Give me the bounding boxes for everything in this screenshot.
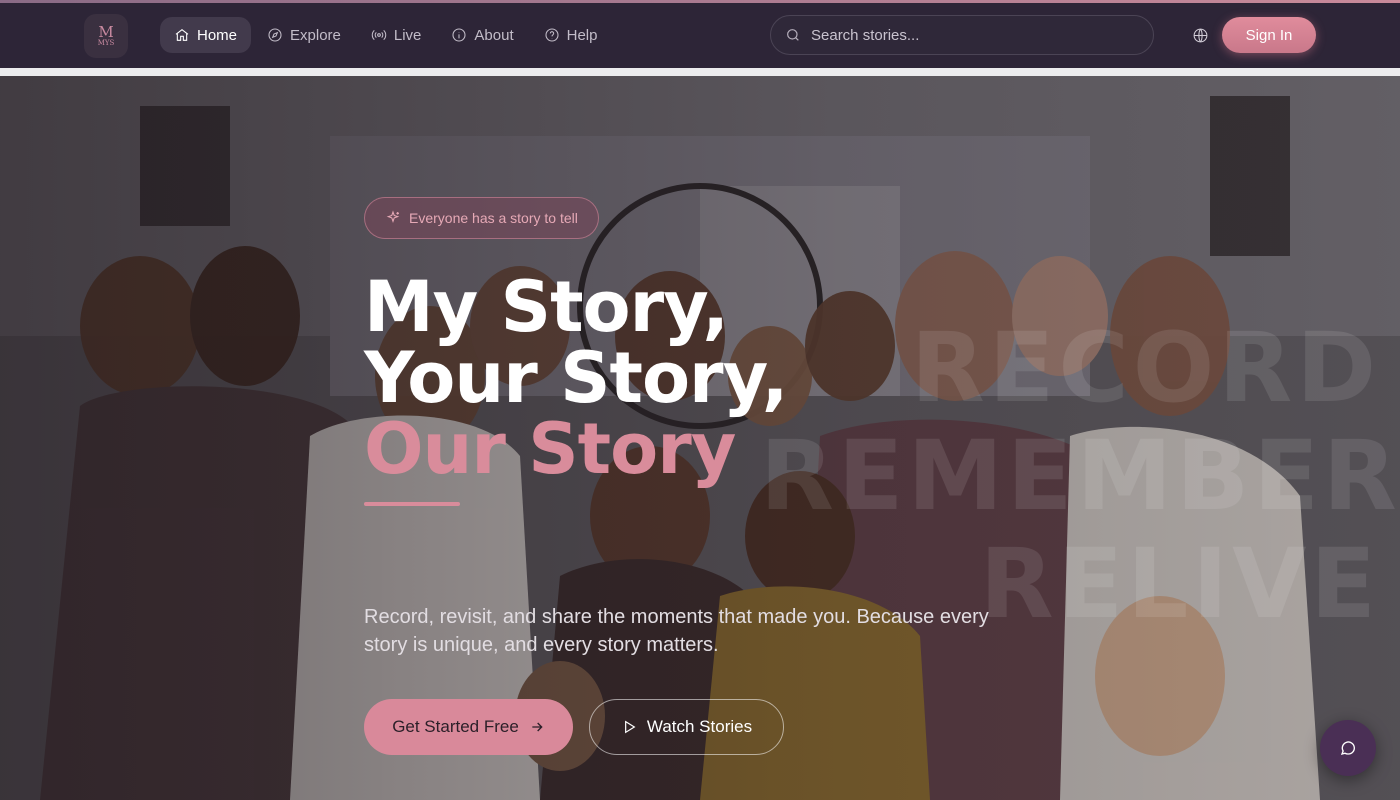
nav-item-about[interactable]: About xyxy=(437,17,527,53)
nav-item-label: Live xyxy=(393,26,422,44)
search-icon xyxy=(787,29,799,41)
search-bar xyxy=(770,15,1154,55)
broadcast-icon xyxy=(371,29,387,41)
logo-text: MYS xyxy=(97,39,115,47)
language-button[interactable] xyxy=(1189,24,1211,46)
home-icon xyxy=(175,28,189,41)
logo-monogram: M xyxy=(98,23,114,41)
hero-section: RECORD REMEMBER RELIVE Everyone has a st… xyxy=(0,76,1400,800)
nav-item-home[interactable]: Home xyxy=(160,17,252,53)
headline-line-3: Our Story xyxy=(364,408,736,490)
hero-description: Record, revisit, and share the moments t… xyxy=(364,606,989,656)
hero-badge: Everyone has a story to tell xyxy=(364,197,599,239)
chat-bubble-icon xyxy=(1340,741,1355,755)
headline-line-2: Your Story, xyxy=(364,337,788,419)
nav-divider xyxy=(0,68,1400,76)
get-started-label: Get Started Free xyxy=(392,717,519,736)
compass-icon xyxy=(268,28,282,42)
nav-links: Home Explore Live About Help xyxy=(160,17,611,53)
hero-ghost-words: RECORD REMEMBER RELIVE xyxy=(760,312,1400,638)
ghost-word: REMEMBER xyxy=(760,420,1400,532)
nav-item-help[interactable]: Help xyxy=(530,17,612,53)
hero-badge-label: Everyone has a story to tell xyxy=(409,210,578,226)
nav-item-explore[interactable]: Explore xyxy=(253,17,355,53)
help-circle-icon xyxy=(545,28,559,42)
top-navigation: M MYS Home Explore Live About Help Sign xyxy=(0,3,1400,68)
nav-item-label: About xyxy=(474,26,514,44)
nav-item-label: Home xyxy=(197,26,238,44)
info-icon xyxy=(452,28,466,42)
nav-item-live[interactable]: Live xyxy=(357,17,436,53)
watch-stories-button[interactable]: Watch Stories xyxy=(589,699,784,755)
arrow-right-icon xyxy=(532,722,543,732)
headline-underline xyxy=(364,502,460,506)
sign-in-button[interactable]: Sign In xyxy=(1222,17,1316,53)
sparkle-icon xyxy=(386,210,400,223)
get-started-button[interactable]: Get Started Free xyxy=(364,699,573,755)
brand-logo[interactable]: M MYS xyxy=(84,14,128,58)
headline-line-1: My Story, xyxy=(364,266,729,348)
hero-headline: My Story, Your Story, Our Story xyxy=(364,266,788,490)
nav-item-label: Explore xyxy=(290,26,341,44)
search-input[interactable] xyxy=(811,26,1131,44)
watch-stories-label: Watch Stories xyxy=(646,717,753,736)
play-icon xyxy=(624,720,636,734)
nav-item-label: Help xyxy=(566,26,598,44)
ghost-word: RECORD xyxy=(910,312,1380,424)
globe-icon xyxy=(1193,28,1207,42)
chat-button[interactable] xyxy=(1320,720,1376,776)
